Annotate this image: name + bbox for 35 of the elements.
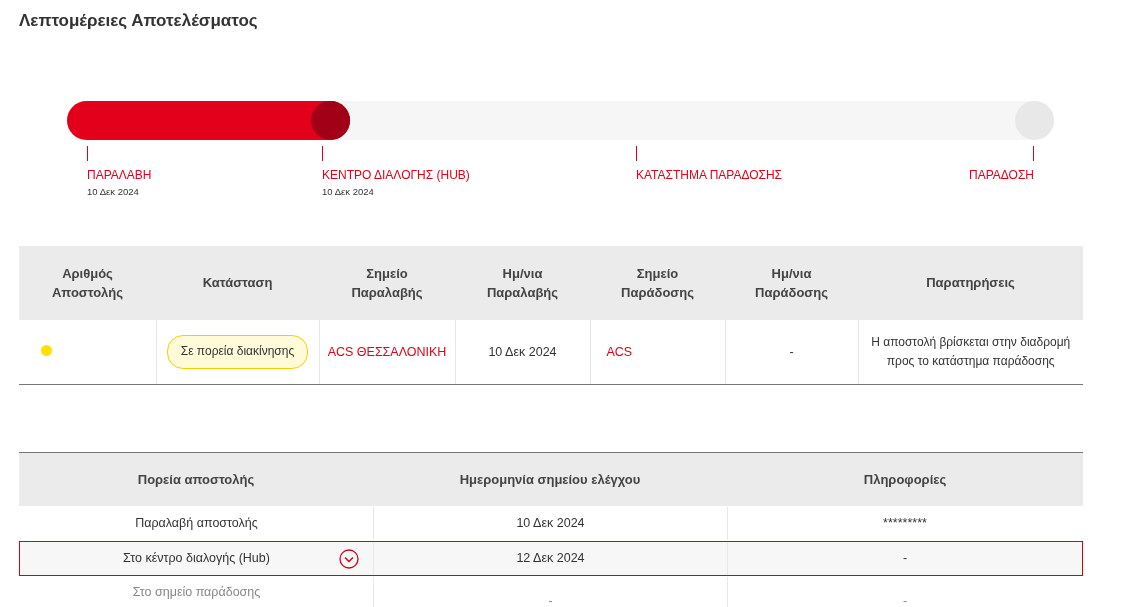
table-cell: - [725,320,858,385]
column-header: Σημείο Παραλαβής [319,246,455,320]
table-cell: 12 Δεκ 2024 [516,552,585,565]
column-header: Ημ/νια Παραλαβής [455,246,590,320]
column-header: Πληροφορίες [862,472,948,487]
table-cell: Στο κέντρο διαλογής (Hub) [123,552,270,565]
table-cell: 10 Δεκ 2024 [516,517,585,530]
table-cell: ********* [883,517,927,530]
table-cell: Στο σημείο παράδοσης [132,586,261,599]
column-header: Ημερομηνία σημείου ελέγχου [458,472,642,487]
table-cell: ACS [590,320,725,385]
column-header: Κατάσταση [156,246,319,320]
column-header: Αριθμός Αποστολής [19,246,156,320]
column-header: Πορεία αποστολής [136,472,256,487]
table-cell: - [902,595,908,607]
page-title: Λεπτομέρειες Αποτελέσματος [19,11,259,31]
stage-date: 10 Δεκ 2024 [87,186,139,197]
stage-date: 10 Δεκ 2024 [322,186,374,197]
table-cell: 10 Δεκ 2024 [455,320,590,385]
stage-label: ΚΕΝΤΡΟ ΔΙΑΛΟΓΗΣ (HUB) [322,168,470,182]
table-cell: - [548,595,553,607]
chevron-down-icon[interactable] [339,549,359,569]
history-row[interactable]: Στο κέντρο διαλογής (Hub) 12 Δεκ 2024 - [19,541,1083,576]
table-cell: Η αποστολή βρίσκεται στην διαδρομή προς το κατάστημα παράδοσης [858,320,1083,385]
column-header: Παρατηρήσεις [858,246,1083,320]
stage-label: ΠΑΡΑΔΟΣΗ [969,168,1034,182]
table-cell: - [902,552,908,565]
table-cell: ACS ΘΕΣΣΑΛΟΝΙΚΗ [319,320,455,385]
column-header: Ημ/νια Παράδοσης [725,246,858,320]
table-cell: Παραλαβή αποστολής [135,517,258,530]
stage-label: ΠΑΡΑΛΑΒΗ [87,168,152,182]
column-header: Σημείο Παράδοσης [590,246,725,320]
history-row[interactable]: Παραλαβή αποστολής 10 Δεκ 2024 ********* [19,506,1083,541]
stage-label: ΚΑΤΑΣΤΗΜΑ ΠΑΡΑΔΟΣΗΣ [636,168,783,182]
status-badge: Σε πορεία διακίνησης [166,335,309,369]
